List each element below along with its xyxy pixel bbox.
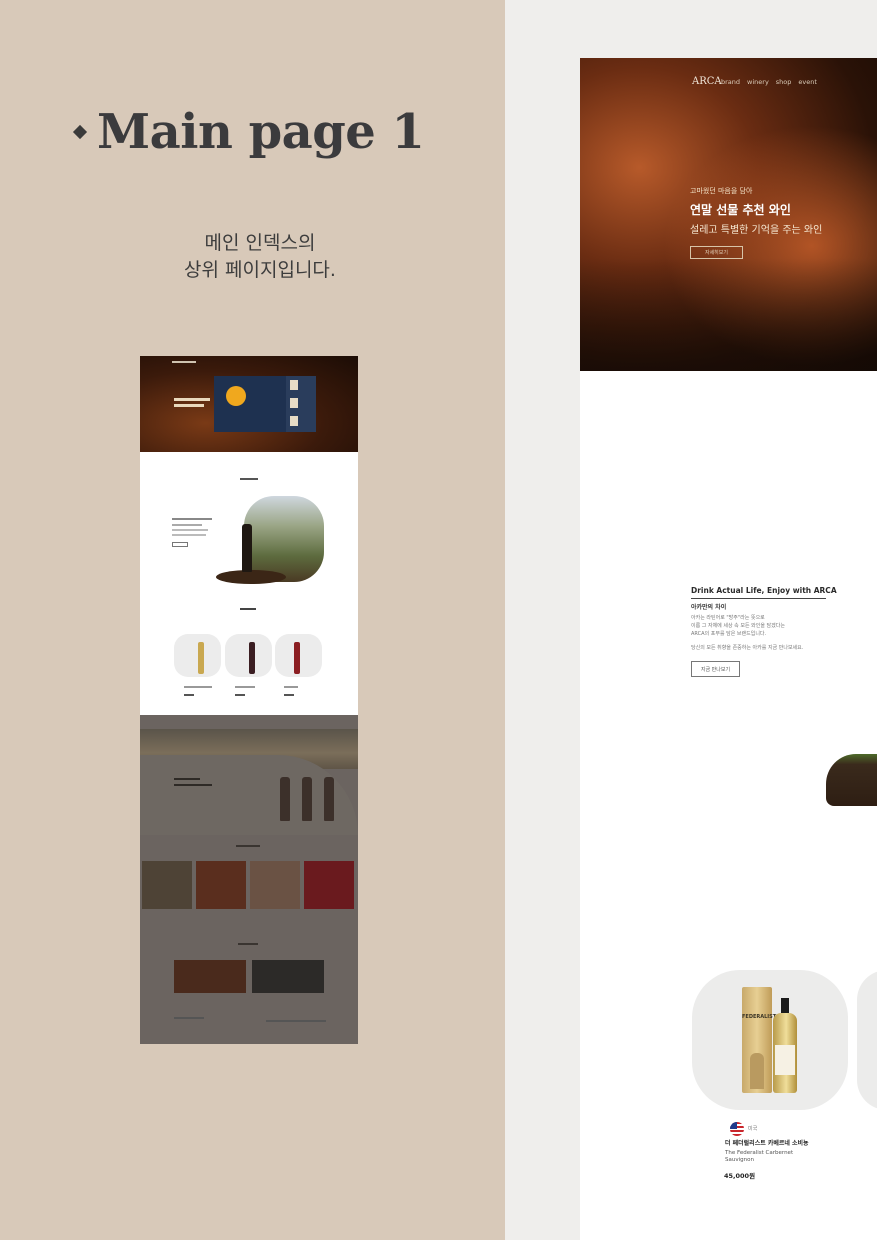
diamond-bullet-icon <box>72 124 88 140</box>
about-paragraph-line: ARCA의 포부를 담은 브랜드입니다. <box>691 631 767 637</box>
thumbnail-barrel <box>216 570 286 584</box>
thumbnail-photo <box>250 861 300 909</box>
full-page-thumbnail <box>140 356 358 1044</box>
page-mockup-zoom: ARCA brand winery shop event 고마웠던 마음을 담아… <box>580 58 877 1240</box>
thumbnail-exclusive-bottle <box>302 777 312 821</box>
thumbnail-exclusive-bottle <box>280 777 290 821</box>
thumbnail-footer-line <box>174 1017 204 1019</box>
statue-of-liberty-icon <box>750 1053 764 1089</box>
thumbnail-exclusive-bottle <box>324 777 334 821</box>
gift-tube-label: FEDERALIST <box>742 1014 777 1020</box>
thumbnail-hero <box>140 356 358 452</box>
thumbnail-photo <box>196 861 246 909</box>
thumbnail-text-line <box>172 529 208 531</box>
thumbnail-hero-text <box>174 398 210 401</box>
thumbnail-photo <box>304 861 354 909</box>
left-panel: Main page 1 메인 인덱스의 상위 페이지입니다. <box>0 0 505 1240</box>
thumbnail-product-price <box>184 694 194 696</box>
thumbnail-product-bottle <box>198 642 204 674</box>
product-name-korean[interactable]: 더 페더럴리스트 카베르네 소비뇽 <box>725 1138 809 1147</box>
thumbnail-product-label <box>184 686 212 688</box>
nav-link-event[interactable]: event <box>798 78 817 86</box>
thumbnail-product-price <box>235 694 245 696</box>
product-country: 미국 <box>748 1126 758 1132</box>
thumbnail-text-line <box>236 845 260 847</box>
nav-link-shop[interactable]: shop <box>776 78 792 86</box>
thumbnail-text-line <box>174 784 212 786</box>
about-subtitle: 아카만의 차이 <box>691 604 727 611</box>
nav-link-winery[interactable]: winery <box>747 78 769 86</box>
nav-menu: brand winery shop event <box>721 78 817 86</box>
nav-link-brand[interactable]: brand <box>721 78 740 86</box>
us-flag-icon <box>730 1122 744 1136</box>
hero-kicker: 고마웠던 마음을 담아 <box>690 187 753 195</box>
product-price: 45,000원 <box>724 1172 756 1180</box>
thumbnail-footer-line <box>266 1020 326 1022</box>
about-paragraph-line: 이름 그 자체에 세상 속 모든 와인을 담겠다는 <box>691 623 785 629</box>
thumbnail-card <box>290 398 298 408</box>
about-divider <box>691 598 826 599</box>
thumbnail-product-price <box>284 694 294 696</box>
description-line-2: 상위 페이지입니다. <box>184 259 336 281</box>
barrel-image <box>826 754 877 806</box>
product-card-next[interactable] <box>857 970 877 1110</box>
thumbnail-nav <box>172 361 196 363</box>
thumbnail-lower-sections <box>140 715 358 1044</box>
thumbnail-card <box>290 380 298 390</box>
hero-title: 연말 선물 추천 와인 <box>690 203 791 217</box>
about-paragraph-line: 아카는 라틴어로 "방주"라는 뜻으로 <box>691 615 765 621</box>
thumbnail-product-bottle <box>249 642 255 674</box>
thumbnail-product-label <box>235 686 255 688</box>
slide-title: Main page 1 <box>97 104 425 160</box>
thumbnail-photo <box>142 861 192 909</box>
product-name-english: The Federalist Carbernet Sauvignon <box>725 1150 794 1163</box>
slide-description: 메인 인덱스의 상위 페이지입니다. <box>0 230 520 284</box>
thumbnail-button <box>172 542 188 547</box>
thumbnail-text-line <box>174 778 200 780</box>
thumbnail-promo-side <box>286 376 316 432</box>
thumbnail-text-line <box>172 534 206 536</box>
thumbnail-best-heading <box>240 608 256 610</box>
description-line-1: 메인 인덱스의 <box>204 232 316 254</box>
thumbnail-hero-text <box>174 404 204 407</box>
about-paragraph-line: 당신의 모든 취향을 존중하는 아카를 지금 만나보세요. <box>691 645 804 651</box>
thumbnail-text-line <box>172 518 212 520</box>
slide-heading: Main page 1 <box>72 104 425 160</box>
bottle-label <box>775 1045 795 1075</box>
thumbnail-product-label <box>284 686 298 688</box>
thumbnail-text-line <box>238 943 258 945</box>
nav-logo[interactable]: ARCA <box>692 76 722 87</box>
about-cta-button[interactable]: 지금 만나보기 <box>691 661 740 677</box>
hero-subtitle: 설레고 특별한 기억을 주는 와인 <box>690 225 823 236</box>
thumbnail-about-heading <box>240 478 258 480</box>
thumbnail-card <box>290 416 298 426</box>
thumbnail-product-bottle <box>294 642 300 674</box>
thumbnail-event-banner <box>174 960 246 993</box>
hero-shade <box>580 258 877 371</box>
thumbnail-event-banner <box>252 960 324 993</box>
about-title: Drink Actual Life, Enjoy with ARCA <box>691 586 837 595</box>
thumbnail-promo-banner <box>214 376 288 432</box>
thumbnail-bottle <box>242 524 252 572</box>
thumbnail-text-line <box>172 524 202 526</box>
hero-more-button[interactable]: 자세히보기 <box>690 246 743 259</box>
sun-icon <box>226 386 246 406</box>
